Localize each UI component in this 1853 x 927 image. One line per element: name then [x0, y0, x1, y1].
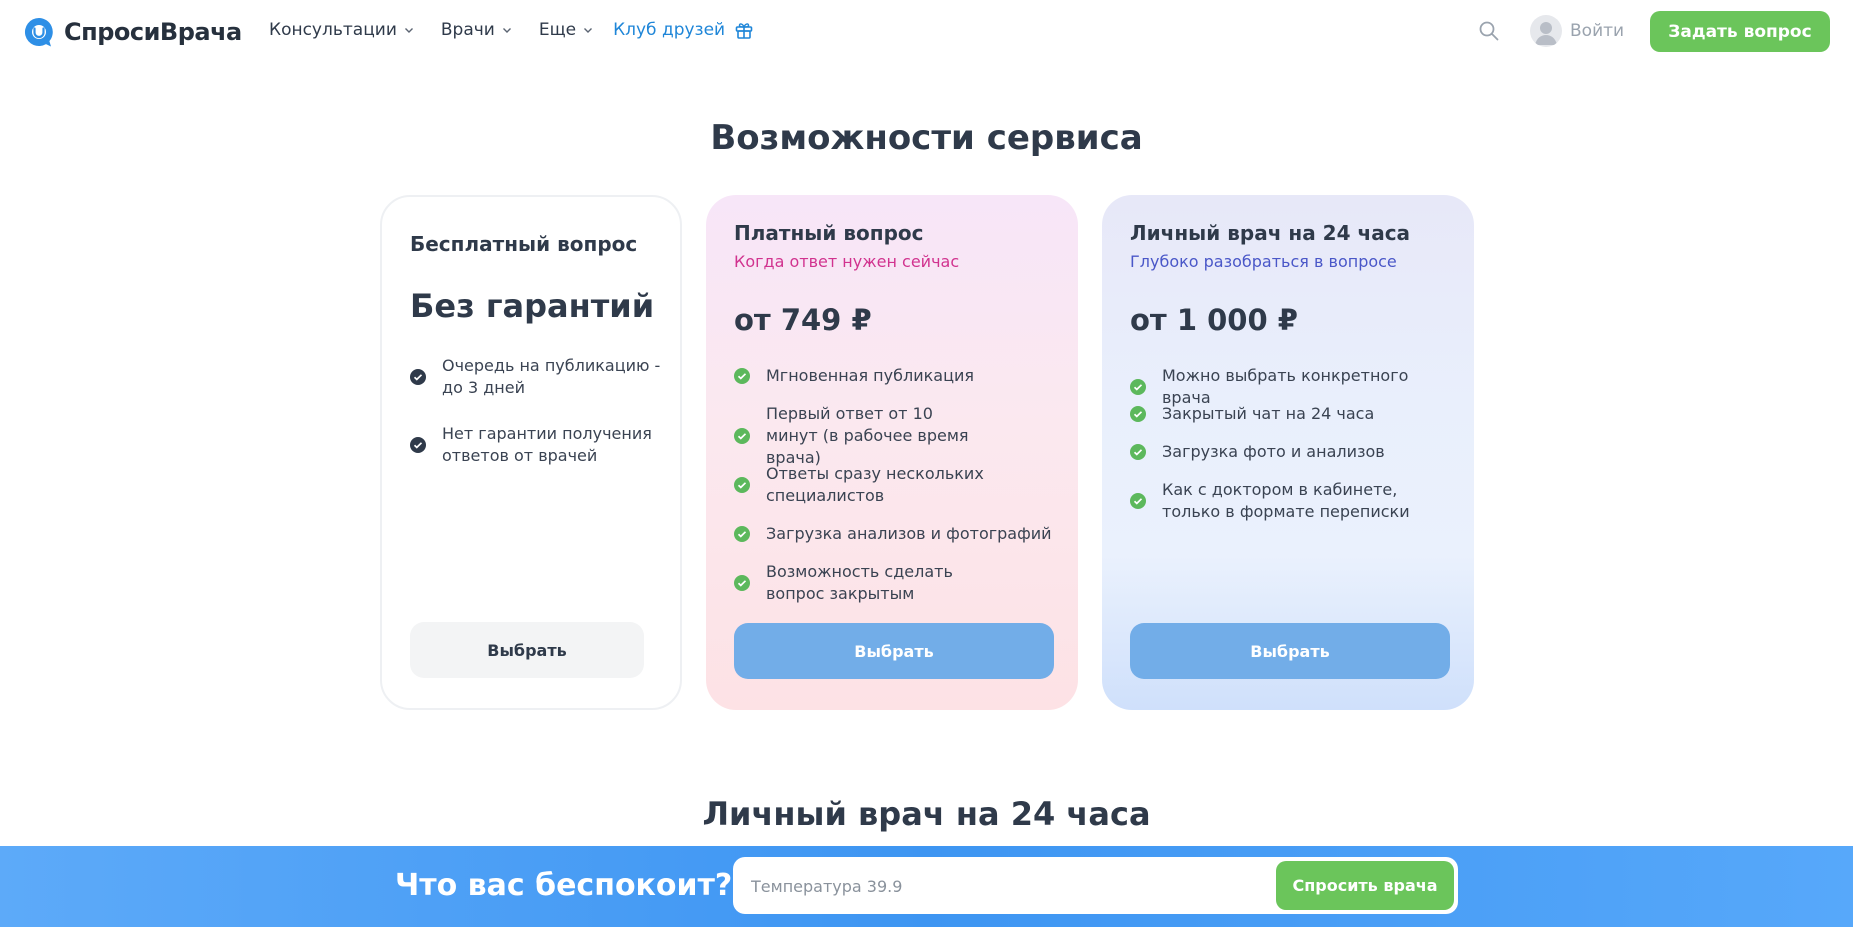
plan-price: от 1 000 ₽	[1130, 303, 1298, 337]
check-circle-icon	[1130, 379, 1146, 395]
select-personal-button[interactable]: Выбрать	[1130, 623, 1450, 679]
check-circle-icon	[734, 477, 750, 493]
ask-form: Спросить врача	[733, 857, 1458, 914]
user-icon	[1535, 22, 1557, 45]
plan-card-personal: Личный врач на 24 часа Глубоко разобрать…	[1102, 195, 1474, 710]
nav-label: Еще	[538, 20, 577, 40]
logo[interactable]: СпросиВрача	[23, 16, 242, 48]
plan-card-paid: Платный вопрос Когда ответ нужен сейчас …	[706, 195, 1078, 710]
main-nav: Консультации Врачи Еще Клуб друзей	[269, 20, 754, 40]
second-section-title: Личный врач на 24 часа	[702, 795, 1151, 833]
chevron-down-icon	[502, 28, 511, 33]
feature-text: Возможность сделать вопрос закрытым	[766, 562, 953, 603]
plan-feature: Возможность сделать вопрос закрытым	[734, 561, 1008, 605]
chevron-down-icon	[404, 28, 413, 33]
plan-title: Платный вопрос	[734, 221, 924, 245]
check-circle-icon	[734, 428, 750, 444]
nav-friends-club[interactable]: Клуб друзей	[613, 20, 754, 40]
plan-feature: Очередь на публикацию - до 3 дней	[410, 355, 662, 399]
check-circle-icon	[410, 369, 426, 385]
plan-feature: Первый ответ от 10 минут (в рабочее врем…	[734, 403, 988, 469]
feature-text: Нет гарантии получения ответов от врачей	[442, 424, 652, 465]
section-title: Возможности сервиса	[710, 118, 1143, 158]
plan-feature: Нет гарантии получения ответов от врачей	[410, 423, 662, 467]
nav-label: Консультации	[269, 20, 397, 40]
check-circle-icon	[734, 368, 750, 384]
logo-text: СпросиВрача	[64, 18, 242, 46]
check-circle-icon	[1130, 493, 1146, 509]
check-circle-icon	[1130, 444, 1146, 460]
plan-feature: Мгновенная публикация	[734, 365, 1060, 387]
nav-consultations[interactable]: Консультации	[269, 20, 414, 40]
ask-doctor-button[interactable]: Спросить врача	[1276, 861, 1454, 910]
feature-text: Ответы сразу нескольких специалистов	[766, 464, 984, 505]
plan-price: Без гарантий	[410, 287, 655, 325]
feature-text: Очередь на публикацию - до 3 дней	[442, 356, 661, 397]
feature-text: Загрузка фото и анализов	[1162, 442, 1385, 461]
select-paid-button[interactable]: Выбрать	[734, 623, 1054, 679]
check-circle-icon	[734, 575, 750, 591]
check-circle-icon	[410, 437, 426, 453]
plan-subtitle: Когда ответ нужен сейчас	[734, 252, 960, 271]
plan-title: Личный врач на 24 часа	[1130, 221, 1411, 245]
feature-text: Загрузка анализов и фотографий	[766, 524, 1052, 543]
bottom-bar-title: Что вас беспокоит?	[395, 868, 733, 903]
plan-feature: Закрытый чат на 24 часа	[1130, 403, 1456, 425]
plan-subtitle: Глубоко разобраться в вопросе	[1130, 252, 1397, 271]
plan-card-free: Бесплатный вопрос Без гарантий Очередь н…	[380, 195, 682, 710]
nav-club-label: Клуб друзей	[613, 20, 726, 40]
symptom-input[interactable]	[749, 871, 1273, 901]
top-header: СпросиВрача Консультации Врачи Еще Клуб …	[0, 0, 1853, 66]
feature-text: Мгновенная публикация	[766, 366, 974, 385]
check-circle-icon	[734, 526, 750, 542]
login-link[interactable]: Войти	[1570, 21, 1624, 41]
plan-title: Бесплатный вопрос	[410, 232, 638, 256]
bottom-ask-bar: Что вас беспокоит? Спросить врача	[0, 846, 1853, 927]
nav-label: Врачи	[440, 20, 495, 40]
plan-price: от 749 ₽	[734, 303, 872, 337]
plan-feature: Ответы сразу нескольких специалистов	[734, 463, 1008, 507]
feature-text: Как с доктором в кабинете, только в форм…	[1162, 480, 1410, 521]
nav-more[interactable]: Еще	[539, 20, 593, 40]
gift-icon	[735, 23, 753, 39]
logo-icon	[24, 17, 53, 47]
select-free-button[interactable]: Выбрать	[410, 622, 644, 678]
nav-doctors[interactable]: Врачи	[441, 20, 512, 40]
search-icon[interactable]	[1478, 20, 1500, 42]
feature-text: Закрытый чат на 24 часа	[1162, 404, 1375, 423]
plan-feature: Загрузка фото и анализов	[1130, 441, 1456, 463]
plan-feature: Загрузка анализов и фотографий	[734, 523, 1060, 545]
ask-question-button[interactable]: Задать вопрос	[1650, 11, 1830, 52]
chevron-down-icon	[584, 28, 593, 33]
plan-feature: Как с доктором в кабинете, только в форм…	[1130, 479, 1456, 523]
avatar[interactable]	[1530, 15, 1562, 47]
check-circle-icon	[1130, 406, 1146, 422]
feature-text: Первый ответ от 10 минут (в рабочее врем…	[766, 404, 969, 467]
